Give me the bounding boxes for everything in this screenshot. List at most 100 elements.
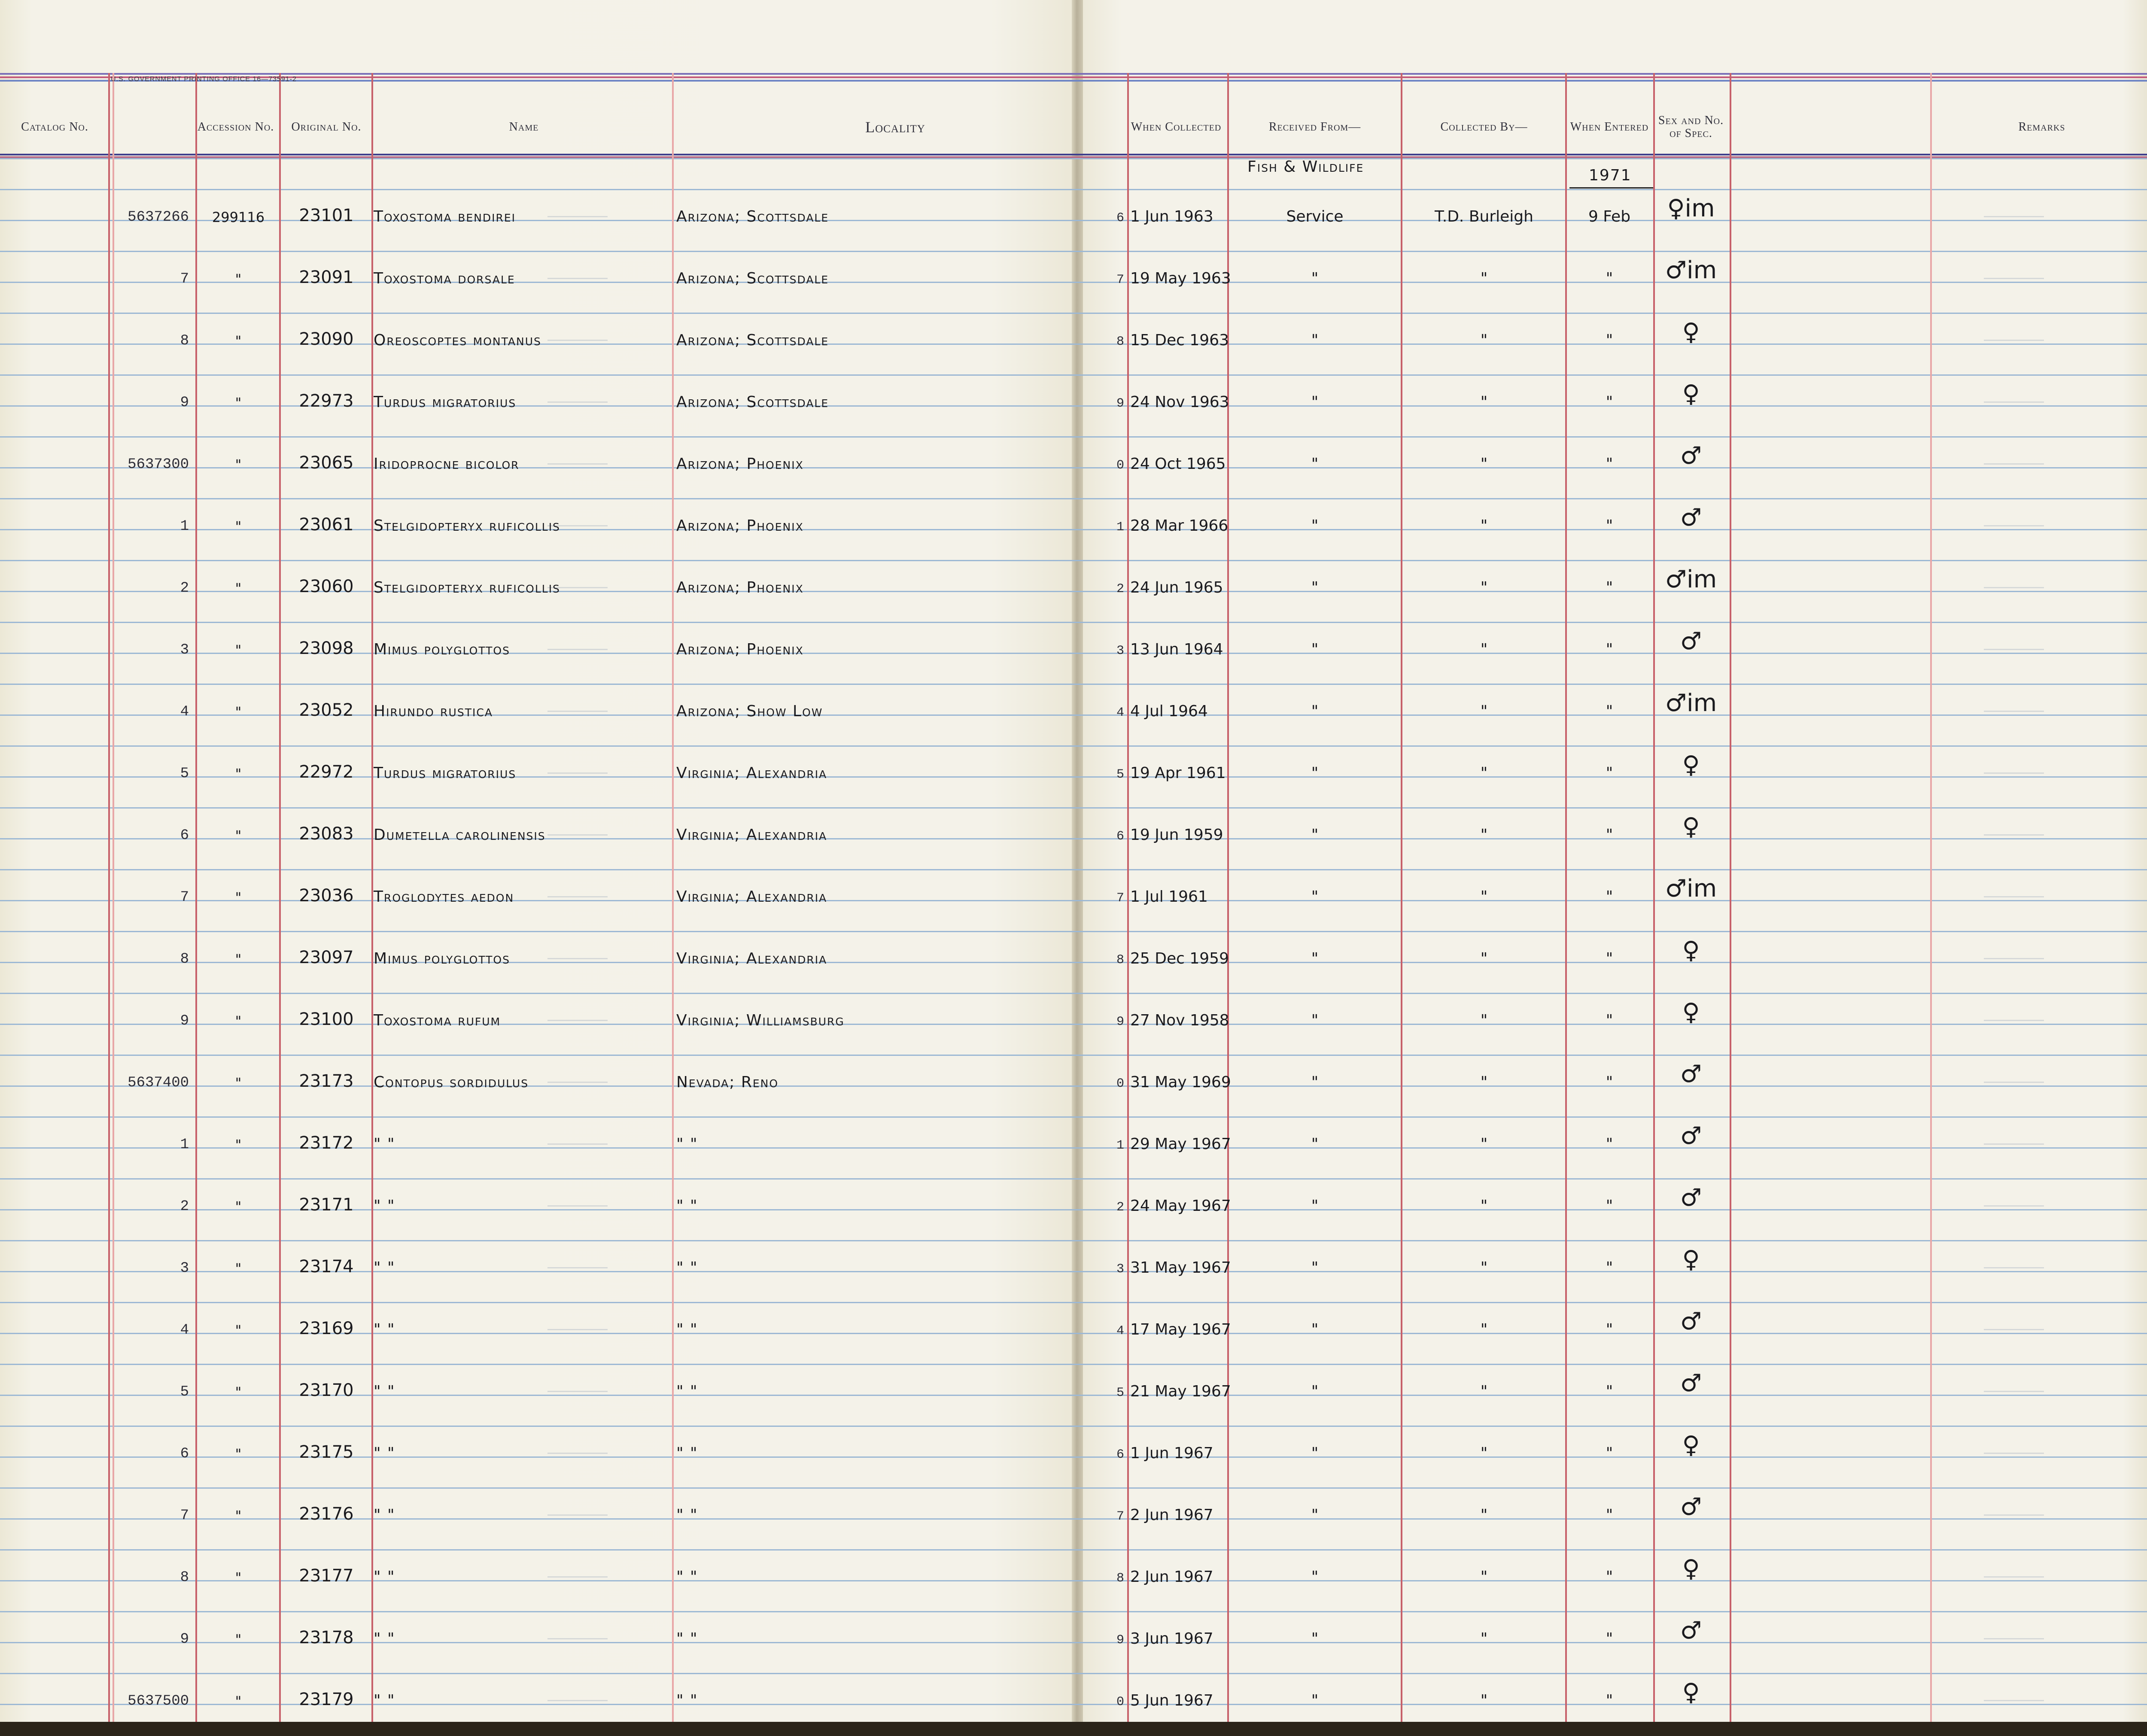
collected-by: T.D. Burleigh (1435, 208, 1533, 225)
row-digit: 9 (1116, 1015, 1125, 1029)
column-rule (371, 73, 373, 1722)
collected-by: " (1480, 270, 1488, 287)
date-collected: 3 Jun 1967 (1130, 1630, 1213, 1648)
bleed-through-remark-right (1984, 1198, 2044, 1207)
accession-no: " (235, 889, 242, 906)
date-entered: " (1606, 579, 1613, 596)
collected-by: " (1480, 1197, 1488, 1215)
original-no: 23083 (299, 824, 354, 844)
bleed-through-remark-right (1984, 579, 2044, 588)
sex-spec: ♀ (1682, 936, 1700, 964)
date-entered: " (1606, 888, 1613, 906)
species-name: Contopus sordidulus (374, 1073, 529, 1091)
bleed-through-remark-right (1984, 1630, 2044, 1639)
sex-spec: ♂ (1680, 1183, 1702, 1212)
locality: Virginia; Alexandria (676, 888, 827, 906)
species-name: " " (374, 1383, 395, 1400)
locality: " " (676, 1259, 698, 1277)
locality: " " (676, 1444, 698, 1462)
species-name: " " (374, 1135, 395, 1153)
catalog-no: 7 (180, 1508, 189, 1524)
bleed-through-remark-right (1984, 888, 2044, 897)
accession-no: " (235, 271, 242, 287)
header-original-no: Original No. (291, 120, 362, 134)
date-collected: 21 May 1967 (1130, 1383, 1231, 1400)
received-from: " (1311, 950, 1319, 967)
printer-imprint: U.S. GOVERNMENT PRINTING OFFICE 16—73591… (111, 76, 297, 83)
catalog-no: 2 (180, 580, 189, 596)
date-entered: " (1606, 455, 1613, 473)
date-entered: " (1606, 517, 1613, 535)
species-name: " " (374, 1321, 395, 1338)
accession-no: " (235, 580, 242, 596)
locality: Virginia; Alexandria (676, 826, 827, 844)
species-name: " " (374, 1506, 395, 1524)
header-rule (0, 154, 2147, 155)
locality: " " (676, 1135, 698, 1153)
locality: " " (676, 1383, 698, 1400)
header-rule (0, 80, 2147, 82)
catalog-no: 5637266 (128, 209, 189, 225)
date-collected: 5 Jun 1967 (1130, 1692, 1213, 1709)
bleed-through-remark-right (1984, 1445, 2044, 1454)
original-no: 23098 (299, 638, 354, 658)
collected-by: " (1480, 1012, 1488, 1029)
species-name: " " (374, 1568, 395, 1586)
date-collected: 2 Jun 1967 (1130, 1506, 1213, 1524)
original-no: 23177 (299, 1566, 354, 1586)
catalog-no: 3 (180, 1260, 189, 1277)
accession-no: " (235, 1198, 242, 1215)
locality: Arizona; Phoenix (676, 641, 804, 658)
bleed-through-remark-right (1984, 517, 2044, 526)
species-name: Toxostoma dorsale (374, 270, 515, 287)
original-no: 22972 (299, 762, 354, 782)
date-entered: " (1606, 1321, 1613, 1338)
date-collected: 4 Jul 1964 (1130, 702, 1208, 720)
accession-no: " (235, 518, 242, 535)
species-name: Toxostoma rufum (374, 1012, 501, 1029)
species-name: Dumetella carolinensis (374, 826, 546, 844)
catalog-no: 5637500 (128, 1693, 189, 1709)
bleed-through-remark-right (1984, 1074, 2044, 1083)
received-from: " (1311, 1073, 1319, 1091)
species-name: Oreoscoptes montanus (374, 331, 541, 349)
bleed-through-remark-right (1984, 1569, 2044, 1578)
species-name: " " (374, 1630, 395, 1648)
received-from-annotation: Fish & Wildlife (1247, 158, 1364, 176)
collected-by: " (1480, 1135, 1488, 1153)
date-entered: " (1606, 641, 1613, 658)
date-entered: " (1606, 826, 1613, 844)
sex-spec: ♀ (1682, 1554, 1700, 1583)
sex-spec: ♂im (1665, 689, 1717, 717)
accession-no: " (235, 1384, 242, 1400)
accession-no: " (235, 1013, 242, 1029)
header-collected-by: Collected By— (1440, 120, 1528, 134)
catalog-no: 5 (180, 1384, 189, 1400)
locality: Arizona; Scottsdale (676, 208, 829, 225)
header-when-collected: When Collected (1131, 120, 1222, 134)
catalog-no: 5 (180, 766, 189, 782)
species-name: Turdus migratorius (374, 764, 517, 782)
row-digit: 5 (1116, 767, 1125, 782)
date-entered: " (1606, 1506, 1613, 1524)
row-digit: 7 (1116, 891, 1125, 906)
collected-by: " (1480, 331, 1488, 349)
catalog-no: 8 (180, 1569, 189, 1586)
accession-no: " (235, 1569, 242, 1586)
original-no: 23097 (299, 948, 354, 967)
row-digit: 3 (1116, 644, 1125, 658)
catalog-no: 7 (180, 889, 189, 906)
species-name: Hirundo rustica (374, 702, 493, 720)
accession-no: 299116 (212, 209, 265, 225)
bleed-through-remark-right (1984, 1507, 2044, 1516)
sex-spec: ♂ (1680, 503, 1702, 532)
row-digit: 0 (1116, 458, 1125, 473)
species-name: Troglodytes aedon (374, 888, 514, 906)
received-from: " (1311, 579, 1319, 596)
row-digit: 9 (1116, 396, 1125, 411)
bleed-through-remark-right (1984, 1259, 2044, 1268)
date-entered: " (1606, 702, 1613, 720)
bleed-through-remark-right (1984, 1692, 2044, 1701)
catalog-no: 8 (180, 333, 189, 349)
collected-by: " (1480, 641, 1488, 658)
